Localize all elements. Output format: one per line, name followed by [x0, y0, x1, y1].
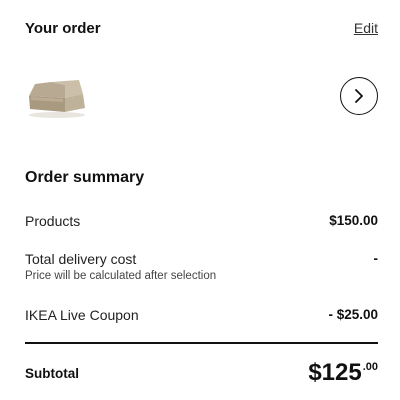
summary-line-label-group: Total delivery cost Price will be calcul…: [25, 251, 216, 282]
product-row: [25, 68, 378, 124]
order-title: Your order: [25, 19, 101, 37]
subtotal-row: Subtotal $125 .00: [25, 357, 378, 389]
subtotal-divider: [25, 342, 378, 344]
delivery-note: Price will be calculated after selection: [25, 270, 217, 282]
summary-line-coupon: IKEA Live Coupon - $25.00: [25, 307, 378, 323]
product-thumbnail: [29, 80, 85, 118]
subtotal-value: $125 .00: [308, 360, 378, 386]
order-panel: Your order Edit Order summary Products $…: [0, 0, 400, 400]
summary-title: Order summary: [25, 169, 145, 186]
next-button[interactable]: [340, 77, 378, 115]
summary-line-label: Total delivery cost: [25, 251, 137, 267]
summary-line-value: - $25.00: [328, 307, 378, 322]
chevron-right-icon: [355, 89, 363, 103]
subtotal-label: Subtotal: [25, 365, 79, 381]
edit-link[interactable]: Edit: [354, 20, 378, 36]
summary-line-products: Products $150.00: [25, 213, 378, 229]
summary-line-label: Products: [25, 213, 81, 229]
subtotal-main: $125: [308, 359, 362, 386]
summary-line-value: $150.00: [329, 213, 378, 228]
summary-line-value: -: [373, 251, 379, 266]
summary-line-delivery: Total delivery cost Price will be calcul…: [25, 251, 378, 282]
summary-line-label: IKEA Live Coupon: [25, 307, 139, 323]
subtotal-cents: .00: [362, 361, 378, 373]
order-header: Your order Edit: [25, 16, 378, 40]
